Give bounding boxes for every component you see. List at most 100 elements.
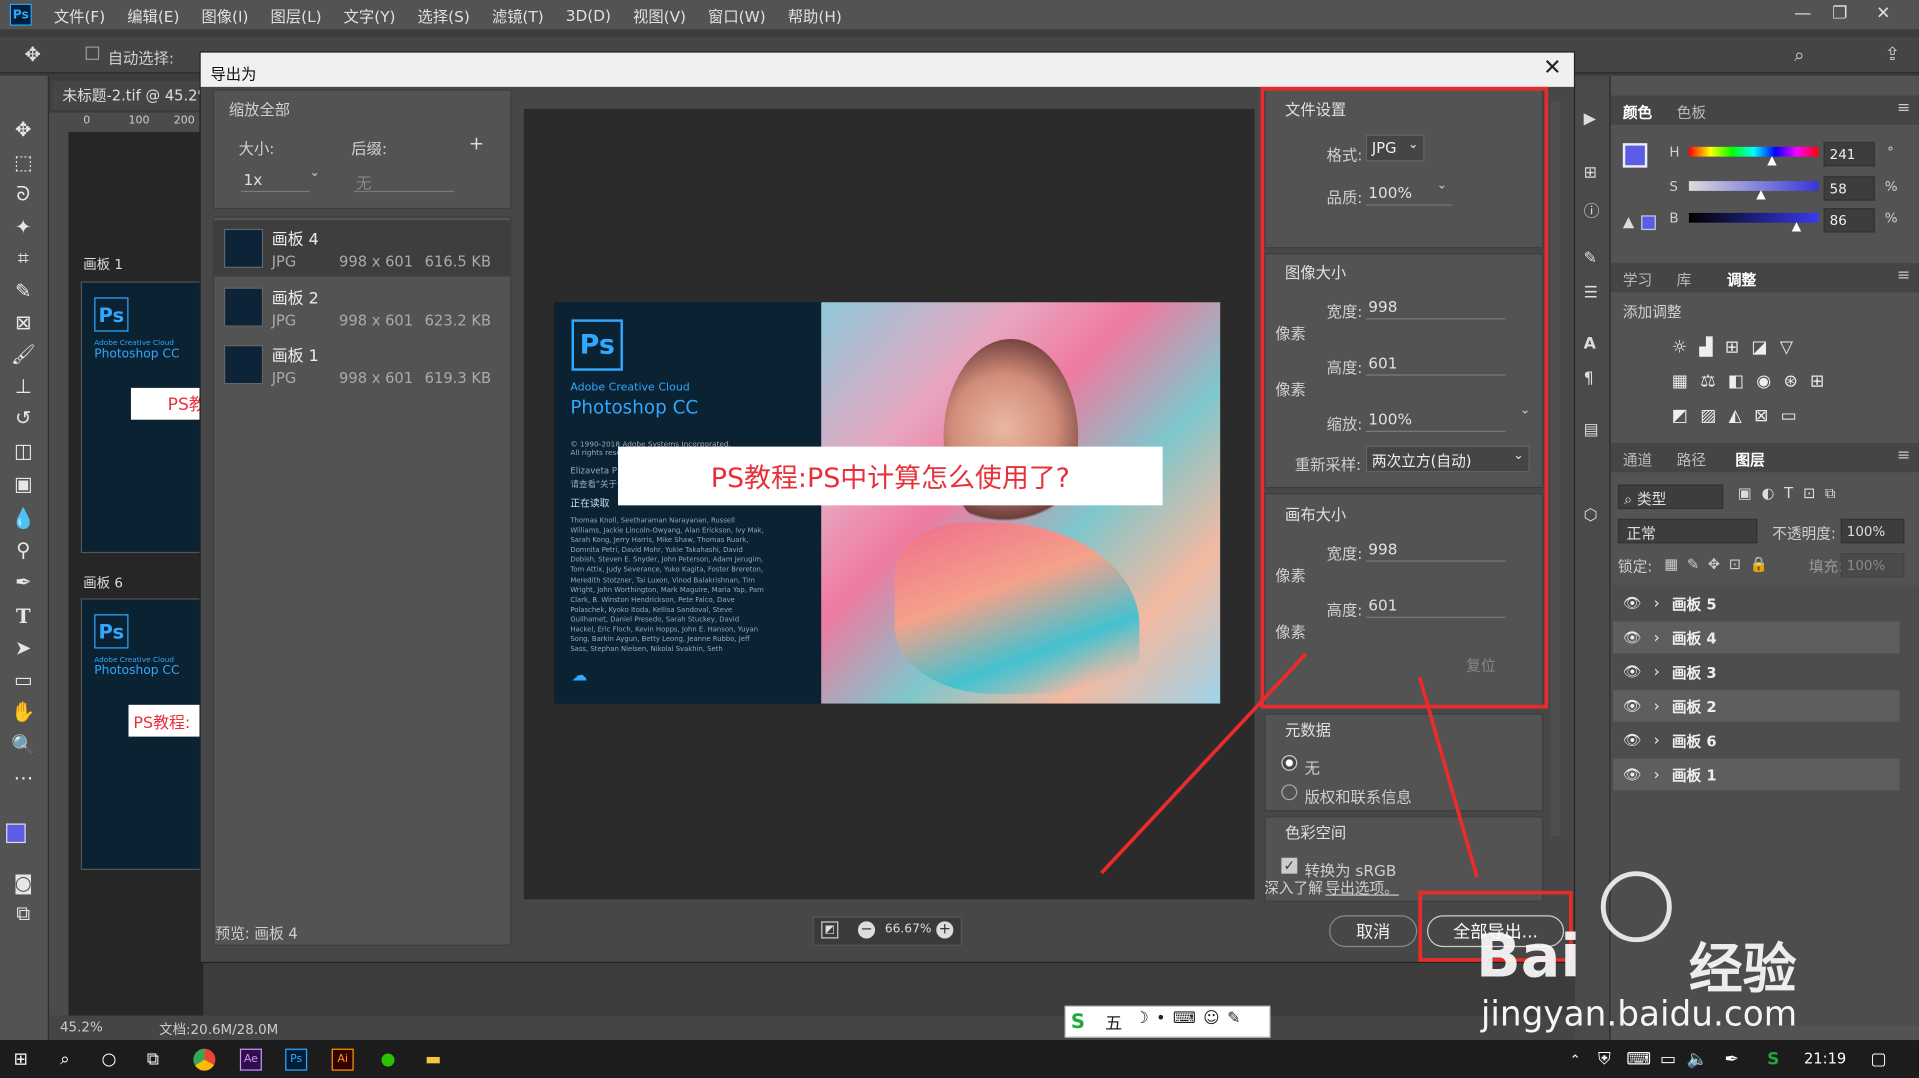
meta-none-radio[interactable] [1281, 754, 1298, 771]
brush-icon[interactable]: 🖌 [10, 340, 37, 367]
hand-icon[interactable]: ✋ [10, 697, 37, 724]
zoom-out-icon[interactable]: − [857, 921, 876, 939]
b-value-input[interactable]: 86 [1823, 208, 1875, 233]
artboard-1[interactable]: Ps Adobe Creative Cloud Photoshop CC PS教 [80, 281, 205, 554]
keyboard-icon[interactable]: ⌨ [1626, 1049, 1651, 1071]
path-select-icon[interactable]: ➤ [10, 634, 37, 661]
wechat-icon[interactable]: ● [377, 1049, 399, 1071]
tab-adjustments[interactable]: 调整 [1727, 269, 1756, 290]
panel-menu-icon[interactable]: ≡ [1897, 99, 1910, 117]
crop-icon[interactable]: ⌗ [10, 245, 37, 272]
illustrator-icon[interactable]: Ai [331, 1048, 354, 1071]
share-icon[interactable]: ⇪ [1885, 43, 1900, 65]
fill-input[interactable]: 100% [1840, 553, 1905, 578]
mixer-icon[interactable]: ⊛ [1783, 372, 1810, 392]
search-icon[interactable]: ⌕ [1794, 44, 1804, 66]
size-select[interactable]: 1x [241, 170, 310, 193]
tab-layers[interactable]: 图层 [1735, 449, 1764, 470]
tab-paths[interactable]: 路径 [1677, 449, 1706, 470]
history-brush-icon[interactable]: ↺ [10, 404, 37, 431]
magic-wand-icon[interactable]: ✦ [10, 213, 37, 240]
eraser-icon[interactable]: ◫ [10, 437, 37, 464]
fit-view-icon[interactable]: ◩ [821, 921, 839, 939]
layer-row[interactable]: 👁 › 画板 4 [1613, 621, 1900, 654]
panel-menu-icon[interactable]: ≡ [1897, 447, 1910, 465]
s-value-input[interactable]: 58 [1823, 176, 1875, 201]
photo-filter-icon[interactable]: ◉ [1756, 372, 1783, 392]
menu-3d[interactable]: 3D(D) [566, 6, 611, 24]
info-icon[interactable]: ⓘ [1584, 198, 1600, 221]
lock-all-icon[interactable]: 🔒 [1750, 556, 1777, 573]
lasso-icon[interactable]: ᘐ [10, 181, 37, 208]
dodge-icon[interactable]: ⚲ [10, 536, 37, 563]
settings-scrollbar[interactable] [1550, 101, 1561, 836]
document-tab[interactable]: 未标题-2.tif @ 45.2% [51, 80, 205, 111]
menu-type[interactable]: 文字(Y) [344, 3, 396, 26]
h-value-input[interactable]: 241 [1823, 141, 1875, 167]
task-view-icon[interactable]: ⧉ [142, 1049, 164, 1071]
lookup-icon[interactable]: ⊞ [1810, 372, 1837, 392]
gamut-swatch[interactable] [1641, 215, 1656, 231]
3d-icon[interactable]: ⬡ [1584, 507, 1598, 525]
cortana-icon[interactable]: ○ [98, 1049, 120, 1071]
menu-filter[interactable]: 滤镜(T) [492, 3, 544, 26]
network-icon[interactable]: ▭ [1657, 1049, 1679, 1071]
history-icon[interactable]: ⊞ [1584, 164, 1597, 182]
export-options-link[interactable]: 导出选项。 [1325, 877, 1398, 898]
minimize-icon[interactable]: — [1794, 4, 1811, 24]
artboard-6[interactable]: Ps Adobe Creative Cloud Photoshop CC PS教… [80, 598, 205, 870]
frame-icon[interactable]: ⊠ [10, 308, 37, 335]
more-tools-icon[interactable]: ⋯ [10, 764, 37, 791]
move-tool-icon[interactable]: ✥ [24, 43, 40, 66]
lock-pixels-icon[interactable]: ▦ [1664, 556, 1686, 573]
eyedropper-icon[interactable]: ✎ [10, 277, 37, 304]
auto-select-checkbox[interactable] [85, 46, 100, 60]
lock-paint-icon[interactable]: ✎ [1687, 556, 1708, 573]
gradient-icon[interactable]: ▣ [10, 470, 37, 497]
ime-mode[interactable]: 五 [1105, 1011, 1122, 1035]
file-explorer-icon[interactable]: ▬ [422, 1049, 444, 1071]
tab-channels[interactable]: 通道 [1623, 449, 1652, 470]
tab-library[interactable]: 库 [1677, 269, 1692, 290]
stamp-icon[interactable]: ⊥ [10, 372, 37, 399]
list-item[interactable]: 画板 4 JPG 998 x 601 616.5 KB [214, 220, 511, 277]
sogou-icon[interactable]: S [1071, 1009, 1085, 1032]
foreground-color-swatch[interactable] [6, 823, 26, 844]
search-icon[interactable]: ⌕ [54, 1049, 76, 1071]
warning-icon[interactable]: ▲ [1623, 213, 1634, 230]
menu-select[interactable]: 选择(S) [418, 3, 470, 26]
screen-mode-icon[interactable]: ⧉ [10, 901, 37, 928]
gradient-map-icon[interactable]: ▭ [1781, 406, 1809, 426]
balance-icon[interactable]: ⚖ [1700, 372, 1728, 392]
layer-row[interactable]: 👁 › 画板 5 [1613, 587, 1899, 619]
eye-icon[interactable]: 👁 [1623, 663, 1642, 680]
play-icon[interactable]: ▶ [1584, 110, 1596, 128]
add-scale-icon[interactable]: + [469, 132, 484, 154]
menu-image[interactable]: 图像(I) [201, 3, 248, 26]
opacity-input[interactable]: 100% [1840, 518, 1905, 544]
posterize-icon[interactable]: ▨ [1700, 406, 1728, 426]
eye-icon[interactable]: 👁 [1623, 732, 1642, 749]
notes-icon[interactable]: ▤ [1584, 421, 1599, 439]
suffix-input[interactable]: 无 [353, 170, 455, 193]
lock-artboard-icon[interactable]: ⊡ [1729, 556, 1750, 573]
convert-srgb-checkbox[interactable]: ✓ [1281, 857, 1298, 874]
bw-icon[interactable]: ◧ [1728, 372, 1756, 392]
curves-icon[interactable]: ⊞ [1725, 338, 1752, 358]
pixel-filter-icon[interactable]: ▣ [1738, 485, 1762, 502]
b-slider-handle[interactable]: ▲ [1792, 220, 1801, 233]
clock[interactable]: 21:19 [1804, 1050, 1846, 1067]
list-item[interactable]: 画板 1 JPG 998 x 601 619.3 KB [214, 336, 510, 392]
layer-row[interactable]: 👁 › 画板 2 [1613, 690, 1900, 722]
properties-icon[interactable]: ☰ [1584, 284, 1598, 302]
layer-filter-select[interactable]: ⌕ 类型 [1617, 484, 1724, 510]
threshold-icon[interactable]: ◭ [1729, 406, 1754, 426]
h-slider-handle[interactable]: ▲ [1767, 154, 1776, 167]
chevron-down-icon[interactable]: ⌄ [310, 166, 320, 179]
eye-icon[interactable]: 👁 [1623, 697, 1642, 714]
chevron-right-icon[interactable]: › [1654, 663, 1660, 680]
blend-mode-select[interactable]: 正常 [1617, 518, 1758, 544]
meta-copyright-radio[interactable] [1281, 784, 1298, 801]
selective-color-icon[interactable]: ⊠ [1754, 406, 1781, 426]
chrome-icon[interactable] [193, 1048, 216, 1071]
